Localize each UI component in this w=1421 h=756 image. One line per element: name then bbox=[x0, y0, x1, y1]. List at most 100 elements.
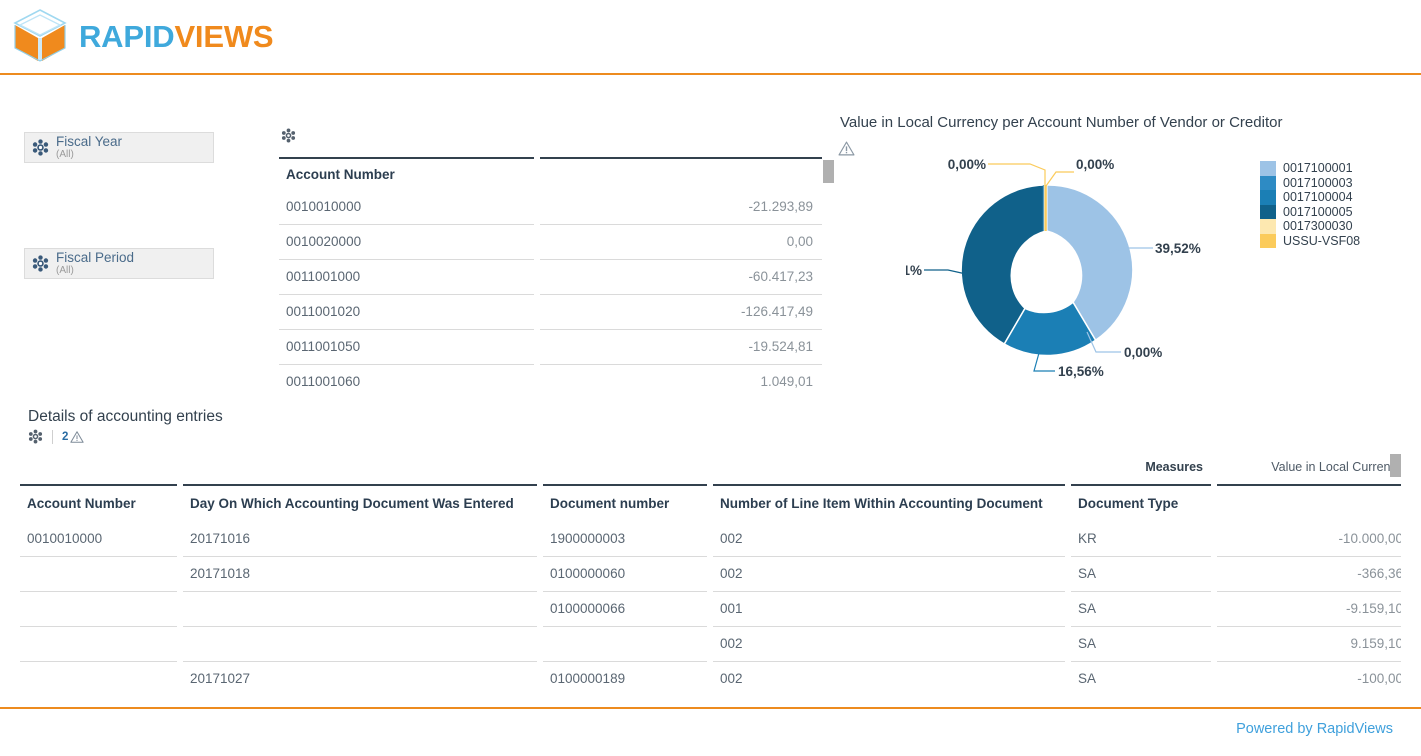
cell-document-type: KR bbox=[1071, 522, 1211, 557]
cell-account-number: 0011001050 bbox=[279, 330, 534, 365]
legend-swatch-icon bbox=[1260, 219, 1276, 234]
cell-document-number: 1900000003 bbox=[543, 522, 707, 557]
cell-value: -19.524,81 bbox=[540, 330, 822, 365]
account-summary-grid: Account Number 0010010000 -21.293,89 001… bbox=[279, 157, 834, 390]
legend-item[interactable]: 0017100004 bbox=[1260, 190, 1360, 205]
vertical-scrollbar-thumb[interactable] bbox=[823, 160, 834, 183]
cell-document-type: SA bbox=[1071, 592, 1211, 627]
cell-document-number: 0100000189 bbox=[543, 662, 707, 690]
footer-powered-by[interactable]: Powered by RapidViews bbox=[1236, 721, 1393, 737]
table-row[interactable]: 0011001020 -126.417,49 bbox=[279, 295, 822, 330]
cell-entry-day bbox=[183, 627, 537, 662]
cell-value: -9.159,10 bbox=[1217, 592, 1401, 627]
cell-line-item-number: 002 bbox=[713, 522, 1065, 557]
warning-count-value: 2 bbox=[62, 430, 69, 443]
vertical-scrollbar[interactable] bbox=[823, 157, 834, 390]
legend-swatch-icon bbox=[1260, 161, 1276, 176]
filter-fiscal-period[interactable]: Fiscal Period (All) bbox=[24, 248, 214, 279]
filter-fiscal-year[interactable]: Fiscal Year (All) bbox=[24, 132, 214, 163]
slice-0017300030[interactable] bbox=[1043, 185, 1045, 231]
filter-fiscal-period-labels: Fiscal Period (All) bbox=[56, 250, 134, 278]
label-0017100005: 43,91% bbox=[906, 263, 922, 278]
column-header-account-number[interactable]: Account Number bbox=[20, 484, 177, 522]
legend-item[interactable]: 0017100003 bbox=[1260, 175, 1360, 190]
table-row[interactable]: 0100000066 001 SA -9.159,10 bbox=[20, 592, 1401, 627]
legend-item[interactable]: USSU-VSF08 bbox=[1260, 233, 1361, 248]
column-header-document-number[interactable]: Document number bbox=[543, 484, 707, 522]
measures-spacer: . bbox=[20, 452, 177, 484]
table-row[interactable]: 0011001000 -60.417,23 bbox=[279, 260, 822, 295]
column-header-line-item-number[interactable]: Number of Line Item Within Accounting Do… bbox=[713, 484, 1065, 522]
brand-name-views: VIEWS bbox=[174, 18, 274, 54]
table-row[interactable]: 0011001060 1.049,01 bbox=[279, 365, 816, 390]
filter-fiscal-year-title: Fiscal Year bbox=[56, 133, 123, 149]
table-row[interactable]: 0010010000 20171016 1900000003 002 KR -1… bbox=[20, 522, 1401, 557]
table-row[interactable]: 0011001050 -19.524,81 bbox=[279, 330, 822, 365]
accounting-entries-table: . . . . Measures Value in Local Currency… bbox=[20, 452, 1401, 690]
legend-item[interactable]: 0017100005 bbox=[1260, 204, 1360, 219]
measures-spacer: . bbox=[183, 452, 537, 484]
table-row[interactable]: 20171018 0100000060 002 SA -366,36 bbox=[20, 557, 1401, 592]
legend-label: 0017300030 bbox=[1283, 219, 1353, 233]
legend-label: 0017100001 bbox=[1283, 161, 1353, 175]
cell-value: 9.159,10 bbox=[1217, 627, 1401, 662]
app-footer: Powered by RapidViews bbox=[0, 707, 1421, 756]
cell-line-item-number: 002 bbox=[713, 627, 1065, 662]
cell-entry-day bbox=[183, 592, 537, 627]
cell-document-number: 0100000060 bbox=[543, 557, 707, 592]
column-header-value[interactable] bbox=[540, 157, 822, 190]
slice-0017100004[interactable] bbox=[1042, 185, 1044, 231]
legend-item[interactable]: 0017300030 bbox=[1260, 219, 1360, 234]
cell-account-number: 0010010000 bbox=[20, 522, 177, 557]
dashboard-page: RAPIDVIEWS Fiscal Year (All) Fiscal Peri… bbox=[0, 0, 1421, 756]
donut-slices bbox=[960, 184, 1134, 357]
vertical-scrollbar-thumb[interactable] bbox=[1390, 454, 1401, 477]
cell-entry-day: 20171027 bbox=[183, 662, 537, 690]
label-0017100001: 39,52% bbox=[1155, 241, 1201, 256]
table-row[interactable]: 0010010000 -21.293,89 bbox=[279, 190, 822, 225]
filter-fiscal-period-title: Fiscal Period bbox=[56, 249, 135, 265]
settings-gear-icon[interactable] bbox=[281, 128, 296, 143]
table-row[interactable]: 0010020000 0,00 bbox=[279, 225, 822, 260]
slice-ussu-vsf08[interactable] bbox=[1044, 185, 1047, 231]
cell-value: -100,00 bbox=[1217, 662, 1401, 690]
column-header-value[interactable] bbox=[1217, 484, 1401, 522]
cell-value: 0,00 bbox=[540, 225, 822, 260]
legend-label: USSU-VSF08 bbox=[1283, 233, 1361, 248]
column-header-entry-day[interactable]: Day On Which Accounting Document Was Ent… bbox=[183, 484, 537, 522]
warning-count-badge[interactable]: 2 bbox=[62, 430, 85, 444]
settings-gear-icon[interactable] bbox=[28, 429, 43, 444]
column-header-document-type[interactable]: Document Type bbox=[1071, 484, 1211, 522]
legend-label: 0017100004 bbox=[1283, 190, 1353, 204]
legend-item[interactable]: 0017100001 bbox=[1260, 161, 1360, 176]
account-summary-table: Account Number 0010010000 -21.293,89 001… bbox=[279, 128, 834, 390]
label-ussu-vsf08: 0,00% bbox=[1076, 157, 1114, 172]
warning-triangle-icon bbox=[70, 430, 85, 443]
cell-document-type: SA bbox=[1071, 627, 1211, 662]
cell-account-number bbox=[20, 627, 177, 662]
cell-account-number: 0011001060 bbox=[279, 365, 534, 390]
table-measures-row: . . . . Measures Value in Local Currency bbox=[20, 452, 1401, 484]
label-0017100004: 0,00% bbox=[1124, 345, 1162, 360]
warning-triangle-icon[interactable] bbox=[838, 140, 855, 157]
cell-value: -60.417,23 bbox=[540, 260, 822, 295]
filter-fiscal-period-value: (All) bbox=[56, 264, 74, 276]
rapidviews-cube-book-logo-icon bbox=[13, 9, 67, 62]
measures-spacer: . bbox=[543, 452, 707, 484]
cell-entry-day: 20171018 bbox=[183, 557, 537, 592]
measures-spacer: . bbox=[713, 452, 1065, 484]
cell-account-number: 0011001020 bbox=[279, 295, 534, 330]
table-row[interactable]: 20171027 0100000189 002 SA -100,00 bbox=[20, 662, 1401, 690]
cell-value: 1.049,01 bbox=[540, 365, 822, 390]
measures-value-label: Value in Local Currency bbox=[1271, 460, 1401, 474]
table-row[interactable]: 002 SA 9.159,10 bbox=[20, 627, 1401, 662]
app-header: RAPIDVIEWS bbox=[0, 0, 1421, 75]
table-header-row: Account Number bbox=[279, 157, 822, 190]
cell-value: -21.293,89 bbox=[540, 190, 822, 225]
chart-title: Value in Local Currency per Account Numb… bbox=[840, 114, 1283, 131]
brand-logo[interactable]: RAPIDVIEWS bbox=[10, 7, 274, 65]
column-header-account-number[interactable]: Account Number bbox=[279, 157, 534, 190]
cell-line-item-number: 001 bbox=[713, 592, 1065, 627]
cell-account-number: 0010010000 bbox=[279, 190, 534, 225]
cell-document-number bbox=[543, 627, 707, 662]
